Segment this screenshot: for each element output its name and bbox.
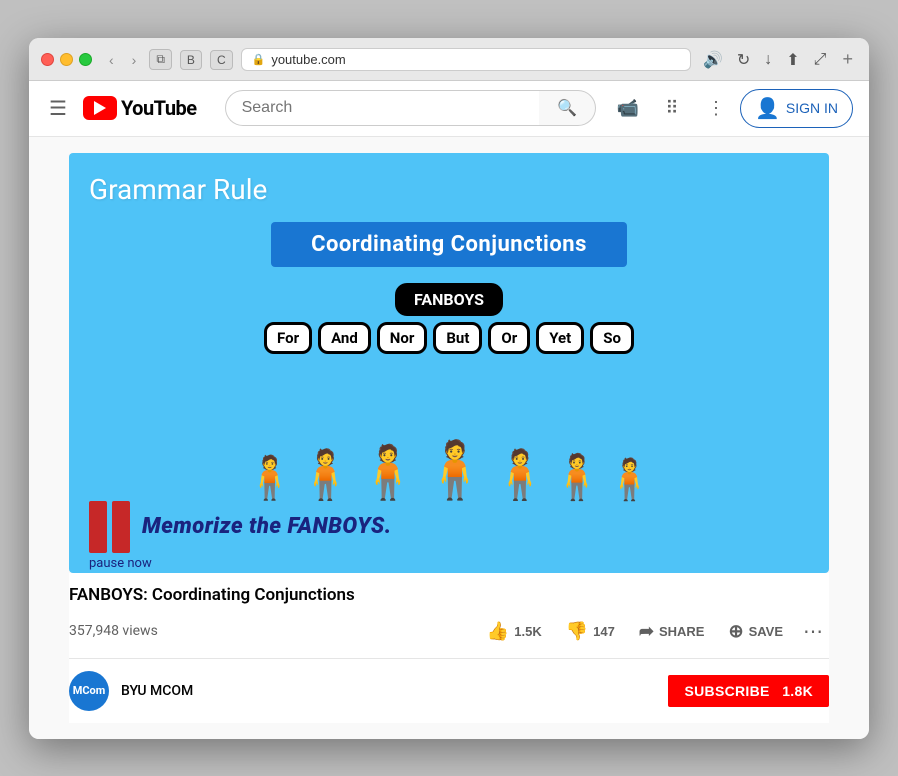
- pause-bar-1: [89, 501, 107, 553]
- search-icon: 🔍: [557, 100, 577, 117]
- nav-right: 📹 ⠿ ⋮ 👤 SIGN IN: [608, 88, 853, 128]
- subscriber-count: 1.8K: [782, 683, 813, 699]
- user-icon: 👤: [755, 96, 780, 121]
- share-label: SHARE: [659, 624, 705, 639]
- more-icon: ⋮: [707, 98, 725, 119]
- like-count: 1.5K: [514, 624, 541, 639]
- save-label: SAVE: [749, 624, 783, 639]
- back-button[interactable]: ‹: [104, 50, 119, 70]
- like-button[interactable]: 👍 1.5K: [477, 615, 552, 648]
- traffic-lights: [41, 53, 92, 66]
- character-4: 🧍: [420, 437, 490, 503]
- channel-avatar[interactable]: MCom: [69, 671, 109, 711]
- share-button[interactable]: ➦ SHARE: [629, 615, 715, 648]
- speaker-button[interactable]: 🔊: [699, 48, 727, 72]
- create-button[interactable]: 📹: [608, 88, 648, 128]
- character-5: 🧍: [490, 446, 550, 503]
- youtube-navbar: ☰ YouTube 🔍 📹 ⠿ ⋮ 👤 SIGN: [29, 81, 869, 137]
- download-button[interactable]: ↓: [760, 49, 776, 71]
- share-icon: ➦: [639, 621, 654, 642]
- channel-left: MCom BYU MCOM: [69, 671, 193, 711]
- lock-icon: 🔒: [252, 53, 266, 66]
- sign-in-label: SIGN IN: [786, 100, 838, 116]
- play-triangle: [94, 101, 106, 115]
- apps-button[interactable]: ⠿: [652, 88, 692, 128]
- search-button[interactable]: 🔍: [539, 90, 596, 126]
- maximize-button[interactable]: [79, 53, 92, 66]
- pause-label: pause now: [89, 556, 152, 571]
- subscribe-label: SUBSCRIBE: [684, 683, 769, 699]
- dislike-icon: 👎: [566, 621, 588, 642]
- channel-row: MCom BYU MCOM SUBSCRIBE 1.8K: [69, 667, 829, 715]
- pause-bar-2: [112, 501, 130, 553]
- title-bar: ‹ › ⧉ B C 🔒 🔊 ↻ ↓ ⬆ ⤢ +: [29, 38, 869, 81]
- youtube-logo[interactable]: YouTube: [83, 96, 197, 120]
- address-bar-wrapper: 🔒: [241, 48, 691, 71]
- close-button[interactable]: [41, 53, 54, 66]
- browser-window: ‹ › ⧉ B C 🔒 🔊 ↻ ↓ ⬆ ⤢ + ☰ YouTube �: [29, 38, 869, 739]
- divider: [69, 658, 829, 659]
- character-1: 🧍: [244, 454, 296, 503]
- extension2-button[interactable]: C: [210, 50, 233, 70]
- sign-in-button[interactable]: 👤 SIGN IN: [740, 89, 853, 128]
- grammar-rule-title: Grammar Rule: [89, 173, 267, 206]
- extension1-button[interactable]: B: [180, 50, 202, 70]
- memorize-text: Memorize the FANBOYS.: [142, 514, 392, 539]
- video-actions: 👍 1.5K 👎 147 ➦ SHARE ⊕ SAVE: [477, 613, 829, 650]
- save-icon: ⊕: [728, 621, 743, 642]
- video-scene: 🧍 🧍 🧍 🧍 🧍 🧍 🧍: [69, 273, 829, 503]
- video-views: 357,948 views: [69, 623, 158, 639]
- more-button[interactable]: ⋮: [696, 88, 736, 128]
- create-icon: 📹: [617, 98, 639, 119]
- save-button[interactable]: ⊕ SAVE: [718, 615, 793, 648]
- new-tab-button[interactable]: +: [838, 49, 857, 70]
- search-input[interactable]: [225, 90, 539, 126]
- video-info: FANBOYS: Coordinating Conjunctions 357,9…: [69, 573, 829, 723]
- character-7: 🧍: [605, 456, 655, 503]
- like-icon: 👍: [487, 621, 509, 642]
- video-bottom-bar: pause now Memorize the FANBOYS.: [89, 501, 392, 553]
- tab-icon[interactable]: ⧉: [149, 49, 172, 70]
- channel-name[interactable]: BYU MCOM: [121, 683, 193, 699]
- fullscreen-button[interactable]: ⤢: [810, 49, 831, 71]
- more-actions-button[interactable]: ⋯: [797, 613, 829, 650]
- dislike-count: 147: [593, 624, 615, 639]
- forward-button[interactable]: ›: [127, 50, 142, 70]
- video-player[interactable]: Grammar Rule Coordinating Conjunctions F…: [69, 153, 829, 573]
- video-meta-row: 357,948 views 👍 1.5K 👎 147 ➦ SHARE: [69, 613, 829, 650]
- pause-icon: [89, 501, 130, 553]
- dislike-button[interactable]: 👎 147: [556, 615, 625, 648]
- address-input[interactable]: [271, 52, 680, 67]
- video-title: FANBOYS: Coordinating Conjunctions: [69, 585, 829, 605]
- apps-icon: ⠿: [665, 98, 678, 119]
- youtube-logo-icon: [83, 96, 117, 120]
- character-6: 🧍: [550, 451, 605, 503]
- search-form: 🔍: [225, 90, 596, 126]
- toolbar-icons: 🔊 ↻ ↓ ⬆ ⤢: [699, 48, 831, 72]
- minimize-button[interactable]: [60, 53, 73, 66]
- reload-button[interactable]: ↻: [733, 48, 754, 72]
- youtube-logo-text: YouTube: [121, 96, 197, 120]
- share-button[interactable]: ⬆: [782, 48, 803, 72]
- character-2: 🧍: [296, 446, 356, 503]
- menu-button[interactable]: ☰: [45, 92, 71, 125]
- coordinating-box: Coordinating Conjunctions: [271, 222, 627, 267]
- subscribe-button[interactable]: SUBSCRIBE 1.8K: [668, 675, 829, 707]
- avatar-text: MCom: [73, 684, 106, 697]
- main-content: Grammar Rule Coordinating Conjunctions F…: [29, 137, 869, 739]
- pause-container: pause now: [89, 501, 130, 553]
- character-3: 🧍: [356, 442, 421, 503]
